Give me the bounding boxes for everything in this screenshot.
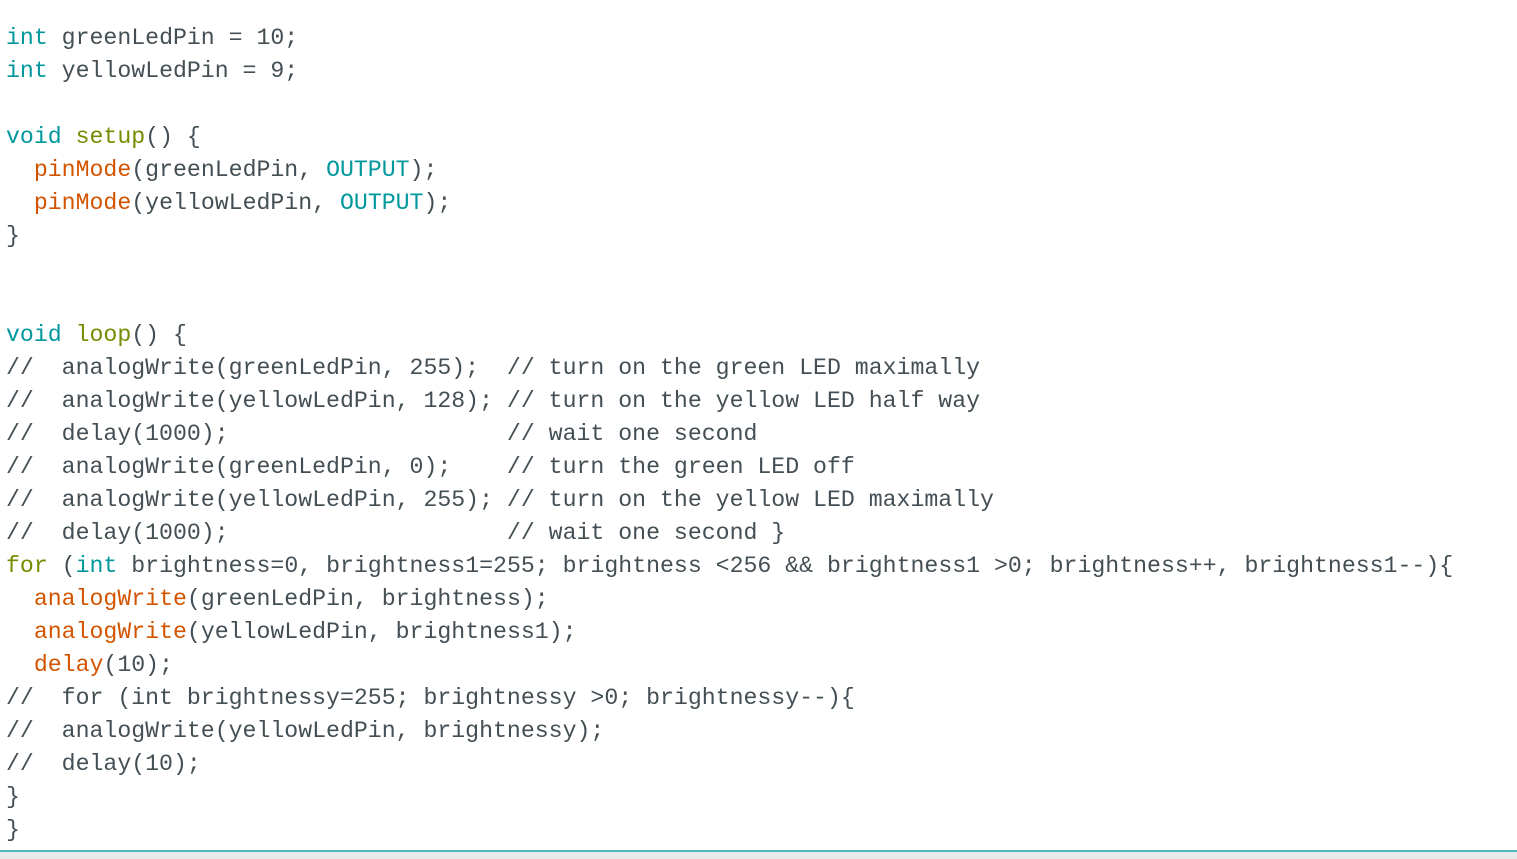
- code-token: // delay(1000); // wait one second }: [6, 520, 786, 546]
- code-token: // analogWrite(yellowLedPin, 255); // tu…: [6, 487, 994, 513]
- code-token: int: [6, 58, 48, 84]
- code-token: // analogWrite(yellowLedPin, brightnessy…: [6, 718, 605, 744]
- code-line[interactable]: pinMode(greenLedPin, OUTPUT);: [6, 154, 1453, 187]
- code-token: brightness=0, brightness1=255; brightnes…: [117, 553, 1454, 579]
- code-token: );: [423, 190, 452, 216]
- code-token: yellowLedPin = 9;: [47, 58, 299, 84]
- code-token: (yellowLedPin, brightness1);: [186, 619, 577, 645]
- code-token: (: [47, 553, 76, 579]
- code-line[interactable]: }: [6, 220, 1453, 253]
- code-line[interactable]: }: [6, 814, 1453, 847]
- code-line[interactable]: ​: [6, 286, 1453, 319]
- code-token: () {: [145, 124, 201, 150]
- code-token: int: [75, 553, 118, 579]
- code-line[interactable]: for (int brightness=0, brightness1=255; …: [6, 550, 1453, 583]
- code-token: pinMode: [33, 190, 132, 216]
- code-area[interactable]: int greenLedPin = 10; int yellowLedPin = …: [6, 22, 1453, 847]
- code-line[interactable]: ​: [6, 253, 1453, 286]
- code-token: analogWrite: [33, 586, 187, 612]
- code-token: }: [6, 223, 20, 249]
- code-line[interactable]: }: [6, 781, 1453, 814]
- code-line[interactable]: // analogWrite(greenLedPin, 0); // turn …: [6, 451, 1453, 484]
- code-line[interactable]: int yellowLedPin = 9;: [6, 55, 1453, 88]
- code-line[interactable]: // analogWrite(yellowLedPin, 128); // tu…: [6, 385, 1453, 418]
- code-token: );: [409, 157, 438, 183]
- code-token: // for (int brightnessy=255; brightnessy…: [6, 685, 855, 711]
- code-token: (greenLedPin,: [131, 157, 327, 183]
- code-token: loop: [75, 322, 132, 348]
- code-line[interactable]: analogWrite(yellowLedPin, brightness1);: [6, 616, 1453, 649]
- code-token: // delay(10);: [6, 751, 201, 777]
- code-line[interactable]: // delay(1000); // wait one second }: [6, 517, 1453, 550]
- code-line[interactable]: // analogWrite(greenLedPin, 255); // tur…: [6, 352, 1453, 385]
- code-token: setup: [75, 124, 146, 150]
- code-line[interactable]: // delay(1000); // wait one second: [6, 418, 1453, 451]
- code-token: delay: [33, 652, 104, 678]
- code-token: for: [6, 553, 48, 579]
- code-token: void: [6, 124, 62, 150]
- code-token: // analogWrite(greenLedPin, 0); // turn …: [6, 454, 855, 480]
- code-token: OUTPUT: [326, 157, 410, 183]
- code-line[interactable]: void setup() {: [6, 121, 1453, 154]
- code-token: greenLedPin = 10;: [47, 25, 299, 51]
- code-token: pinMode: [33, 157, 132, 183]
- code-token: (yellowLedPin,: [131, 190, 340, 216]
- code-line[interactable]: void loop() {: [6, 319, 1453, 352]
- code-token: analogWrite: [33, 619, 187, 645]
- code-line[interactable]: ​: [6, 88, 1453, 121]
- code-line[interactable]: // analogWrite(yellowLedPin, brightnessy…: [6, 715, 1453, 748]
- code-token: () {: [131, 322, 187, 348]
- code-token: // analogWrite(yellowLedPin, 128); // tu…: [6, 388, 981, 414]
- editor-bottom-border: [0, 850, 1517, 859]
- code-token: }: [6, 817, 20, 843]
- code-token: int: [6, 25, 48, 51]
- code-token: (greenLedPin, brightness);: [186, 586, 549, 612]
- code-token: // delay(1000); // wait one second: [6, 421, 758, 447]
- code-line[interactable]: // analogWrite(yellowLedPin, 255); // tu…: [6, 484, 1453, 517]
- code-token: OUTPUT: [339, 190, 424, 216]
- code-line[interactable]: // delay(10);: [6, 748, 1453, 781]
- code-line[interactable]: int greenLedPin = 10;: [6, 22, 1453, 55]
- code-editor[interactable]: int greenLedPin = 10; int yellowLedPin = …: [0, 0, 1517, 850]
- code-token: }: [6, 784, 20, 810]
- code-line[interactable]: delay(10);: [6, 649, 1453, 682]
- code-line[interactable]: analogWrite(greenLedPin, brightness);: [6, 583, 1453, 616]
- code-token: void: [6, 322, 62, 348]
- code-token: (10);: [103, 652, 173, 678]
- code-line[interactable]: pinMode(yellowLedPin, OUTPUT);: [6, 187, 1453, 220]
- code-line[interactable]: // for (int brightnessy=255; brightnessy…: [6, 682, 1453, 715]
- code-token: // analogWrite(greenLedPin, 255); // tur…: [6, 355, 981, 381]
